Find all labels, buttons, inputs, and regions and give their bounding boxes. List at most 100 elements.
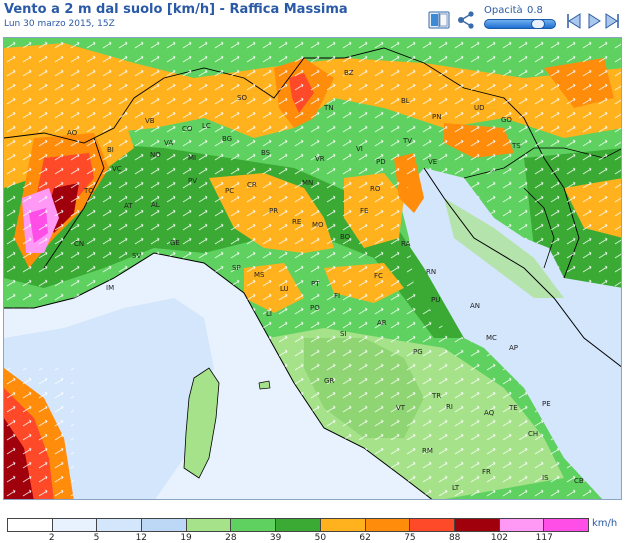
opacity-slider[interactable]	[484, 19, 556, 29]
legend-ticks: 2 5 12 19 28 39 50 62 75 88 102 117	[7, 533, 589, 543]
arrow-right-icon[interactable]	[604, 12, 620, 30]
map-subtitle: Lun 30 marzo 2015, 15Z	[4, 19, 115, 29]
legend-tick-label: 28	[225, 533, 237, 543]
city-label: IS	[542, 474, 549, 482]
opacity-label: Opacità	[484, 5, 523, 16]
city-label: TN	[323, 104, 334, 112]
legend-swatch	[320, 519, 366, 531]
city-label: VC	[112, 165, 122, 173]
city-label: AL	[151, 201, 160, 209]
city-label: BZ	[344, 69, 354, 77]
legend-swatch	[454, 519, 500, 531]
city-label: MN	[302, 179, 313, 187]
city-label: FC	[374, 272, 383, 280]
city-label: GO	[501, 116, 512, 124]
city-label: PU	[431, 296, 440, 304]
city-label: CB	[574, 477, 584, 485]
city-label: TS	[511, 142, 521, 150]
city-label: VT	[396, 404, 406, 412]
legend-tick-label: 50	[314, 533, 327, 543]
legend-tick-label: 19	[180, 533, 192, 543]
legend-tick-label: 102	[490, 533, 509, 543]
city-label: SI	[340, 330, 347, 338]
city-label: VE	[428, 158, 437, 166]
city-label: FI	[334, 292, 340, 300]
legend-tick-label: 75	[404, 533, 416, 543]
legend-swatch	[410, 519, 455, 531]
city-label: MI	[188, 154, 196, 162]
city-label: PN	[432, 113, 441, 121]
city-label: AR	[377, 319, 387, 327]
legend-swatch	[544, 519, 588, 531]
legend-swatch	[142, 519, 187, 531]
legend-swatch	[231, 519, 277, 531]
arrow-left-icon[interactable]	[566, 12, 582, 30]
book-icon[interactable]	[428, 11, 450, 29]
city-label: BL	[401, 97, 410, 105]
city-label: LI	[266, 310, 272, 318]
legend-tick-label: 39	[269, 533, 282, 543]
legend-swatch	[8, 519, 53, 531]
legend-tick-label: 62	[359, 533, 371, 543]
city-label: SP	[232, 264, 241, 272]
city-label: AN	[470, 302, 480, 310]
city-label: SO	[237, 94, 247, 102]
city-label: TO	[83, 187, 94, 195]
city-label: PC	[225, 187, 234, 195]
city-label: CO	[182, 125, 193, 133]
city-label: VA	[164, 139, 173, 147]
city-label: TV	[402, 137, 412, 145]
city-label: GR	[324, 377, 334, 385]
share-icon[interactable]	[456, 11, 476, 29]
city-label: BS	[261, 149, 271, 157]
legend-tick-label: 117	[535, 533, 553, 543]
city-label: GE	[170, 239, 180, 247]
header: Vento a 2 m dal suolo [km/h] - Raffica M…	[0, 0, 625, 36]
city-label: VB	[145, 117, 155, 125]
legend-tick-label: 5	[93, 533, 100, 543]
city-label: PV	[188, 177, 197, 185]
city-label: RA	[401, 240, 411, 248]
city-label: RN	[426, 268, 436, 276]
city-label: TR	[431, 392, 441, 400]
city-label: AT	[124, 202, 133, 210]
city-label: RO	[370, 185, 381, 193]
city-label: FR	[482, 468, 491, 476]
city-label: AP	[509, 344, 518, 352]
city-label: BI	[107, 146, 114, 154]
city-label: AQ	[484, 409, 495, 417]
opacity-value: 0.8	[527, 5, 543, 16]
city-label: MS	[254, 271, 265, 279]
city-label: BO	[340, 233, 351, 241]
city-label: LT	[452, 484, 460, 492]
wind-gust-map[interactable]: BZ SO TN BL UD PN GO VB CO LC BG BS VR VI TV VE TS BI VA MI…	[3, 37, 622, 500]
map-title: Vento a 2 m dal suolo [km/h] - Raffica M…	[4, 2, 348, 17]
play-icon[interactable]	[586, 12, 602, 30]
city-label: PT	[311, 280, 320, 288]
legend-swatch	[276, 519, 321, 531]
city-label: VI	[356, 145, 363, 153]
city-label: RI	[446, 403, 453, 411]
city-label: TE	[508, 404, 518, 412]
city-label: RE	[292, 218, 301, 226]
color-legend	[7, 518, 589, 532]
legend-tick-label: 88	[448, 533, 461, 543]
legend-tick-label: 12	[135, 533, 148, 543]
city-label: CN	[74, 240, 84, 248]
city-label: IM	[106, 284, 114, 292]
city-label: PR	[269, 207, 278, 215]
city-label: CH	[528, 430, 538, 438]
city-label: VR	[315, 155, 325, 163]
city-label: LC	[202, 122, 211, 130]
city-label: CR	[247, 181, 257, 189]
legend-tick-label: 2	[48, 533, 55, 543]
city-label: MO	[312, 221, 324, 229]
city-label: BG	[222, 135, 232, 143]
legend-swatch	[186, 519, 232, 531]
city-label: MC	[486, 334, 497, 342]
city-label: NO	[150, 151, 161, 159]
city-label: FE	[360, 207, 368, 215]
legend-swatch	[97, 519, 143, 531]
city-label: RM	[422, 447, 433, 455]
opacity-slider-handle[interactable]	[531, 19, 546, 29]
